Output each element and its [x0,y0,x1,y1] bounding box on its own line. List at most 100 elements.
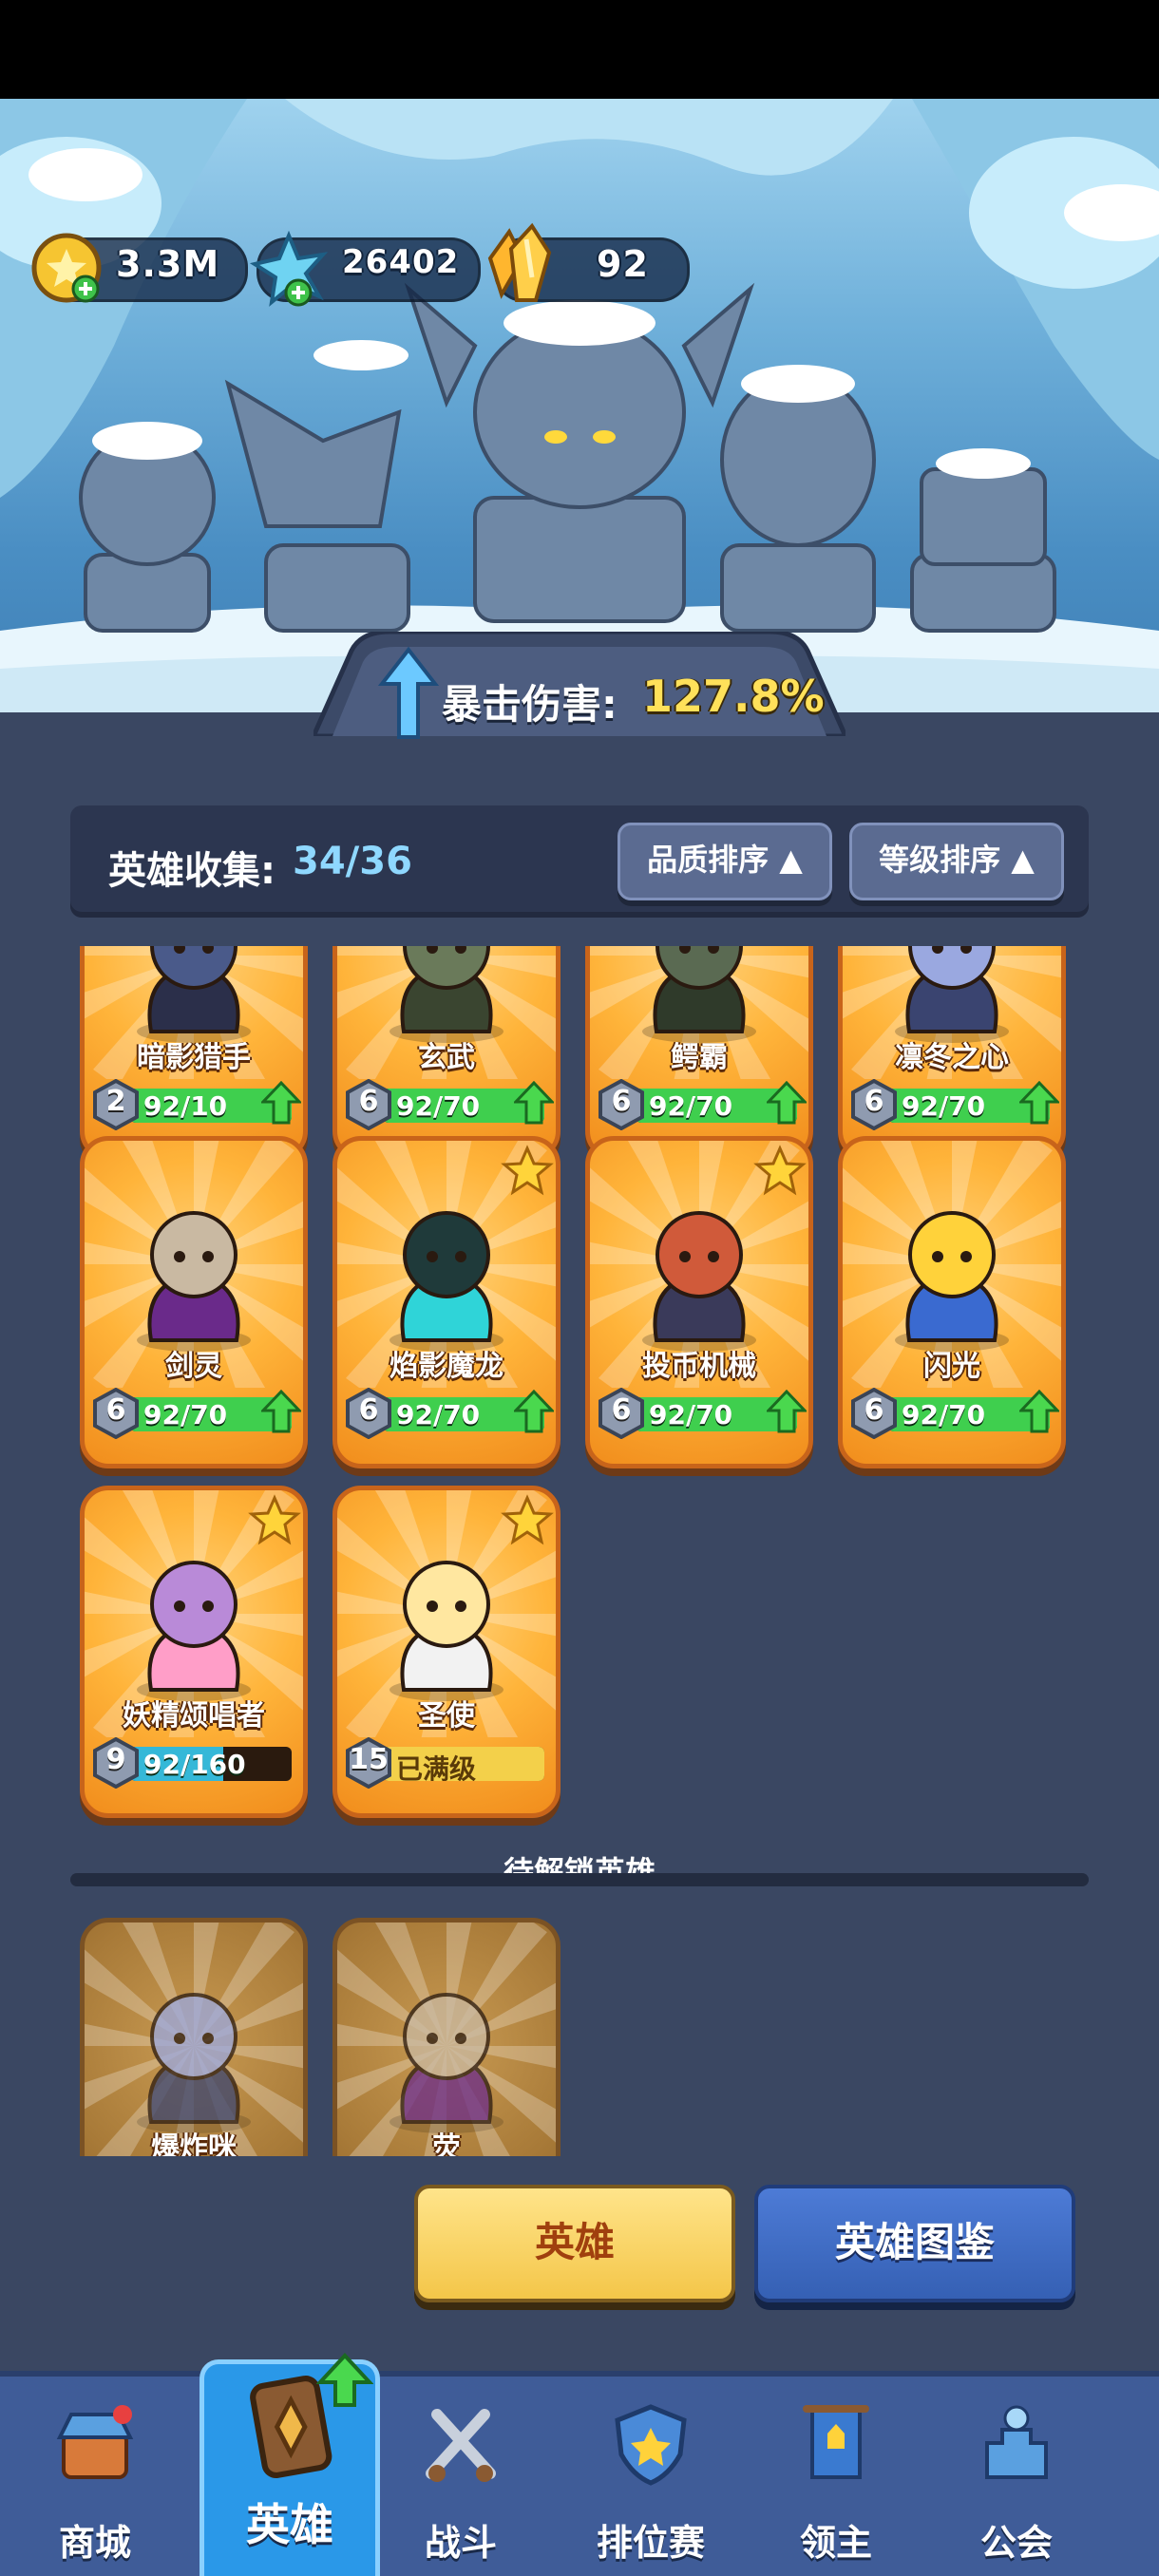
amber-value: 92 [597,243,649,285]
status-bar [0,0,1159,99]
hero-name: 圣使 [418,1699,475,1733]
sort-by-quality-button[interactable]: 品质排序 ▲ [618,823,832,900]
nav-item-lord[interactable]: 领主 [750,2380,922,2576]
hero-level: 2 [105,1085,126,1118]
hero-progress-text: 已满级 [396,1753,477,1781]
hero-portrait [390,1211,504,1352]
nav-item-ranked[interactable]: 排位赛 [565,2380,736,2576]
rank-shield-icon [615,2404,687,2486]
hero-progress-text: 92/70 [902,1399,986,1430]
locked-hero-card[interactable]: 爆炸咪 [80,1918,308,2156]
hero-card[interactable]: 圣使已满级 15 [332,1486,560,1818]
hero-level-bar: 92/70 6 [598,1079,807,1130]
hero-portrait [137,1993,251,2133]
hero-name: 荧 [432,2131,461,2156]
hero-name: 妖精颂唱者 [123,1699,265,1733]
gold-coin-icon [31,233,102,303]
hero-level-bar: 92/70 6 [850,1079,1059,1130]
nav-label: 战斗 [424,2522,497,2564]
hero-card[interactable]: 投币机械 92/70 6 [585,1136,813,1468]
crystal-value: 26402 [342,243,460,281]
hero-progress-text: 92/70 [396,1399,481,1430]
hero-level-bar: 92/70 6 [92,1388,301,1439]
hero-level: 6 [611,1393,632,1427]
hero-level: 9 [105,1743,126,1776]
hero-level-bar: 92/70 6 [345,1079,554,1130]
hero-progress-text: 92/70 [143,1399,228,1430]
upgrade-arrow-icon[interactable] [1019,1390,1059,1433]
hero-level: 6 [358,1393,379,1427]
lord-banner-icon [803,2405,869,2479]
hero-card[interactable]: 焰影魔龙 92/70 6 [332,1136,560,1468]
blue-crystal-icon [249,230,329,307]
star-badge-icon [753,1145,807,1196]
upgrade-arrow-icon[interactable] [767,1081,807,1125]
locked-divider [70,1873,1089,1886]
heroes-tab-button[interactable]: 英雄 [414,2185,735,2302]
hero-portrait [390,1993,504,2133]
hero-progress-text: 92/70 [396,1090,481,1122]
upgrade-arrow-icon[interactable] [1019,1081,1059,1125]
hero-name: 凛冬之心 [895,1041,1009,1074]
nav-item-battle[interactable]: 战斗 [375,2380,546,2576]
hero-level-bar: 92/70 6 [345,1388,554,1439]
crit-damage-value: 127.8% [642,671,825,722]
hero-level-bar: 92/70 6 [598,1388,807,1439]
hero-card[interactable]: 剑灵 92/70 6 [80,1136,308,1468]
hero-progress-bar: 92/160 [130,1747,292,1781]
hero-level: 6 [358,1085,379,1118]
upgrade-arrow-icon[interactable] [514,1081,554,1125]
locked-hero-card[interactable]: 荧 [332,1918,560,2156]
hero-level-bar: 92/70 6 [850,1388,1059,1439]
hero-card[interactable]: 闪光 92/70 6 [838,1136,1066,1468]
nav-label: 排位赛 [596,2522,705,2564]
hero-name: 爆炸咪 [151,2131,237,2156]
hero-progress-text: 92/70 [649,1090,733,1122]
hero-card[interactable]: 凛冬之心 92/70 6 [838,946,1066,1160]
hero-portrait [895,1211,1009,1352]
nav-item-guild[interactable]: 公会 [931,2380,1102,2576]
hero-card[interactable]: 妖精颂唱者 92/160 9 [80,1486,308,1818]
hero-name: 鳄霸 [671,1041,728,1074]
hero-portrait [642,1211,756,1352]
upgrade-arrow-icon[interactable] [261,1390,301,1433]
hero-level-bar: 92/160 9 [92,1737,295,1789]
hero-name: 闪光 [923,1350,980,1383]
hero-codex-button[interactable]: 英雄图鉴 [754,2185,1075,2302]
nav-label: 商城 [58,2522,131,2564]
hero-progress-bar: 已满级 [383,1747,544,1781]
collection-label: 英雄收集: [108,849,276,893]
locked-hero-grid[interactable]: 爆炸咪 荧 [70,1913,1089,2156]
hero-level: 15 [349,1743,389,1776]
collection-count: 34/36 [293,840,412,883]
amber-crystal-icon [487,222,552,302]
star-badge-icon [248,1494,301,1545]
sort-by-level-button[interactable]: 等级排序 ▲ [849,823,1064,900]
hero-portrait [390,1561,504,1701]
upgrade-arrow-icon[interactable] [261,1081,301,1125]
nav-label: 英雄 [246,2499,333,2550]
hero-name: 焰影魔龙 [390,1350,504,1383]
gold-value: 3.3M [116,243,220,285]
hero-name: 暗影猎手 [137,1041,251,1074]
nav-label: 公会 [979,2522,1053,2564]
hero-grid[interactable]: 暗影猎手 92/10 2 玄武 92/70 6 鳄霸 92/70 6 凛冬之心 92/70 6 … [70,946,1089,1829]
hero-progress-text: 92/70 [649,1399,733,1430]
upgrade-arrow-icon[interactable] [767,1390,807,1433]
hero-level: 6 [864,1085,884,1118]
shop-icon [56,2405,134,2479]
hero-card[interactable]: 玄武 92/70 6 [332,946,560,1160]
upgrade-arrow-icon[interactable] [514,1390,554,1433]
hero-portrait [137,1211,251,1352]
hero-level: 6 [611,1085,632,1118]
hero-level-bar: 已满级 15 [345,1737,548,1789]
hero-name: 剑灵 [165,1350,222,1383]
hero-card[interactable]: 暗影猎手 92/10 2 [80,946,308,1160]
hero-level: 6 [105,1393,126,1427]
nav-label: 领主 [799,2522,872,2564]
up-arrow-icon [378,646,439,739]
nav-item-shop[interactable]: 商城 [10,2380,180,2576]
hero-progress-text: 92/10 [143,1090,228,1122]
hero-card[interactable]: 鳄霸 92/70 6 [585,946,813,1160]
nav-item-heroes[interactable]: 英雄 [204,2353,375,2576]
